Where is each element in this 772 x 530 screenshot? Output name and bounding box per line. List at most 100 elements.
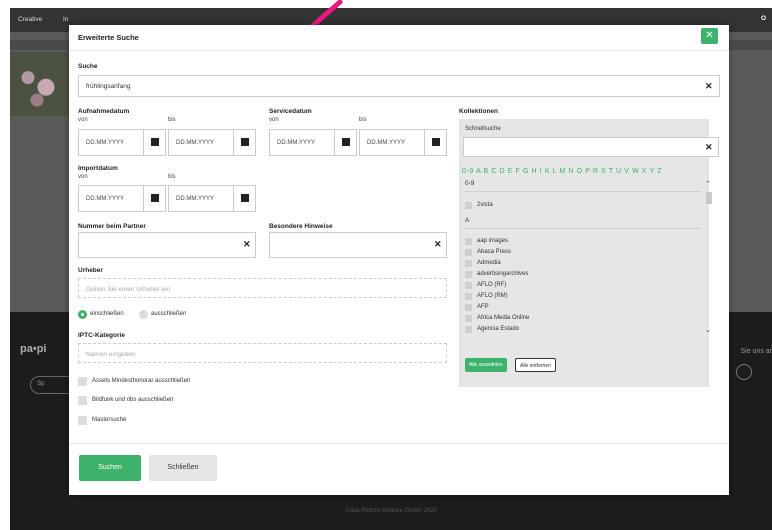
koll-checkbox[interactable] xyxy=(465,315,472,322)
koll-item: AFLO (RM) xyxy=(477,293,508,299)
clear-hinweise-icon[interactable]: ✕ xyxy=(434,239,442,250)
checkbox-mindesthonorar[interactable] xyxy=(78,377,87,386)
hinweise-label: Besondere Hinweise xyxy=(269,223,333,230)
servicedatum-bis-label: bis xyxy=(359,117,367,123)
date-placeholder: DD.MM.YYYY xyxy=(367,140,406,146)
search-button[interactable]: Suchen xyxy=(79,455,141,481)
calendar-icon[interactable] xyxy=(143,186,165,211)
koll-item: 2vista xyxy=(477,202,493,208)
urheber-input[interactable]: Geben Sie einen Urheber ein xyxy=(78,278,447,298)
exclude-radio[interactable] xyxy=(139,310,148,319)
checkbox-mastersuche[interactable] xyxy=(78,416,87,425)
checkbox-bildfunk[interactable] xyxy=(78,396,87,405)
koll-checkbox[interactable] xyxy=(465,304,472,311)
koll-checkbox[interactable] xyxy=(465,271,472,278)
bg-nav-second: In xyxy=(63,16,69,23)
checkbox-mastersuche-label: Mastersuche xyxy=(92,417,127,423)
alphabet-filter[interactable]: 0-9 A B C D E F G H I K L M N O P R S T … xyxy=(462,168,662,175)
section-divider xyxy=(465,228,701,229)
kollektionen-label: Kollektionen xyxy=(459,108,499,115)
importdatum-von-label: von xyxy=(78,174,88,180)
importdatum-bis-label: bis xyxy=(168,174,176,180)
servicedatum-to-field[interactable]: DD.MM.YYYY xyxy=(359,129,447,156)
schnellsuche-label: Schnellsuche xyxy=(465,126,501,132)
koll-checkbox[interactable] xyxy=(465,326,472,333)
hinweise-input[interactable] xyxy=(269,232,447,258)
calendar-icon[interactable] xyxy=(334,130,356,155)
koll-item: AFP xyxy=(477,304,489,310)
section-0-9: 0-9 xyxy=(465,180,475,187)
modal-header: Erweiterte Suche ✕ xyxy=(69,25,729,51)
aufnahmedatum-bis-label: bis xyxy=(168,117,176,123)
koll-item: advertisingarchives xyxy=(477,271,529,277)
bg-nav-creative: Creative xyxy=(18,16,43,23)
iptc-label: IPTC-Kategorie xyxy=(78,332,125,339)
background-contact-icon xyxy=(736,364,752,380)
close-button[interactable]: Schließen xyxy=(149,455,217,481)
include-radio[interactable] xyxy=(78,310,87,319)
calendar-icon[interactable] xyxy=(143,130,165,155)
search-input[interactable]: frühlingsanfang xyxy=(78,75,720,97)
koll-item: AFLO (RF) xyxy=(477,282,507,288)
bg-account-icon: O xyxy=(760,15,766,22)
date-placeholder: DD.MM.YYYY xyxy=(277,140,316,146)
importdatum-to-field[interactable]: DD.MM.YYYY xyxy=(168,185,256,212)
aufnahmedatum-to-field[interactable]: DD.MM.YYYY xyxy=(168,129,256,156)
servicedatum-von-label: von xyxy=(269,117,279,123)
section-a: A xyxy=(465,217,470,224)
date-placeholder: DD.MM.YYYY xyxy=(86,196,125,202)
checkbox-bildfunk-label: Bildfunk und obs ausschließen xyxy=(92,397,174,403)
advanced-search-modal: Erweiterte Suche ✕ Suche frühlingsanfang… xyxy=(69,25,729,495)
modal-title: Erweiterte Suche xyxy=(78,33,139,42)
calendar-icon[interactable] xyxy=(233,186,255,211)
nummer-label: Nummer beim Partner xyxy=(78,223,146,230)
importdatum-from-field[interactable]: DD.MM.YYYY xyxy=(78,185,166,212)
koll-item: aap images xyxy=(477,238,509,244)
nummer-input[interactable] xyxy=(78,232,256,258)
section-divider xyxy=(465,191,701,192)
background-contact-text: Sie uns ar xyxy=(740,348,772,355)
koll-checkbox[interactable] xyxy=(465,249,472,256)
close-modal-button[interactable]: ✕ xyxy=(701,28,718,44)
search-label: Suche xyxy=(78,63,98,70)
clear-schnellsuche-icon[interactable]: ✕ xyxy=(705,142,713,153)
date-placeholder: DD.MM.YYYY xyxy=(176,196,215,202)
aufnahmedatum-label: Aufnahmedatum xyxy=(78,108,130,115)
koll-checkbox[interactable] xyxy=(465,238,472,245)
koll-item: Abaca Press xyxy=(477,249,512,255)
servicedatum-from-field[interactable]: DD.MM.YYYY xyxy=(269,129,357,156)
clear-nummer-icon[interactable]: ✕ xyxy=(243,239,251,250)
scroll-down-icon[interactable]: ⌄ xyxy=(705,326,711,334)
importdatum-label: Importdatum xyxy=(78,165,118,172)
background-copyright: ©dpa Picture-Alliance GmbH 2020 xyxy=(345,508,437,514)
koll-checkbox[interactable] xyxy=(465,260,472,267)
date-placeholder: DD.MM.YYYY xyxy=(176,140,215,146)
top-white-band xyxy=(0,0,772,8)
koll-checkbox[interactable] xyxy=(465,293,472,300)
remove-all-button[interactable]: Alle entfernen xyxy=(515,358,556,372)
koll-item: Admedia xyxy=(477,260,501,266)
clear-search-icon[interactable]: ✕ xyxy=(705,81,713,92)
checkbox-mindesthonorar-label: Assets Mindesthonorar ausschließen xyxy=(92,378,191,384)
background-flower-image xyxy=(10,52,70,116)
aufnahmedatum-von-label: von xyxy=(78,117,88,123)
calendar-icon[interactable] xyxy=(424,130,446,155)
urheber-label: Urheber xyxy=(78,267,103,274)
iptc-input[interactable]: Namen eingeben xyxy=(78,343,447,363)
exclude-radio-label: ausschließen xyxy=(151,311,187,317)
koll-checkbox[interactable] xyxy=(465,202,472,209)
select-all-button[interactable]: Alle auswählen xyxy=(465,358,507,372)
aufnahmedatum-from-field[interactable]: DD.MM.YYYY xyxy=(78,129,166,156)
scroll-up-icon[interactable]: ⌃ xyxy=(705,180,711,188)
schnellsuche-input[interactable] xyxy=(463,137,719,157)
scrollbar-thumb[interactable] xyxy=(706,192,712,204)
background-logo: pa•pi xyxy=(20,343,47,355)
koll-item: Africa Media Online xyxy=(477,315,530,321)
include-radio-label: einschließen xyxy=(90,311,124,317)
koll-item: Agencia Estado xyxy=(477,326,520,332)
modal-footer-divider xyxy=(69,443,729,444)
calendar-icon[interactable] xyxy=(233,130,255,155)
servicedatum-label: Servicedatum xyxy=(269,108,312,115)
date-placeholder: DD.MM.YYYY xyxy=(86,140,125,146)
koll-checkbox[interactable] xyxy=(465,282,472,289)
